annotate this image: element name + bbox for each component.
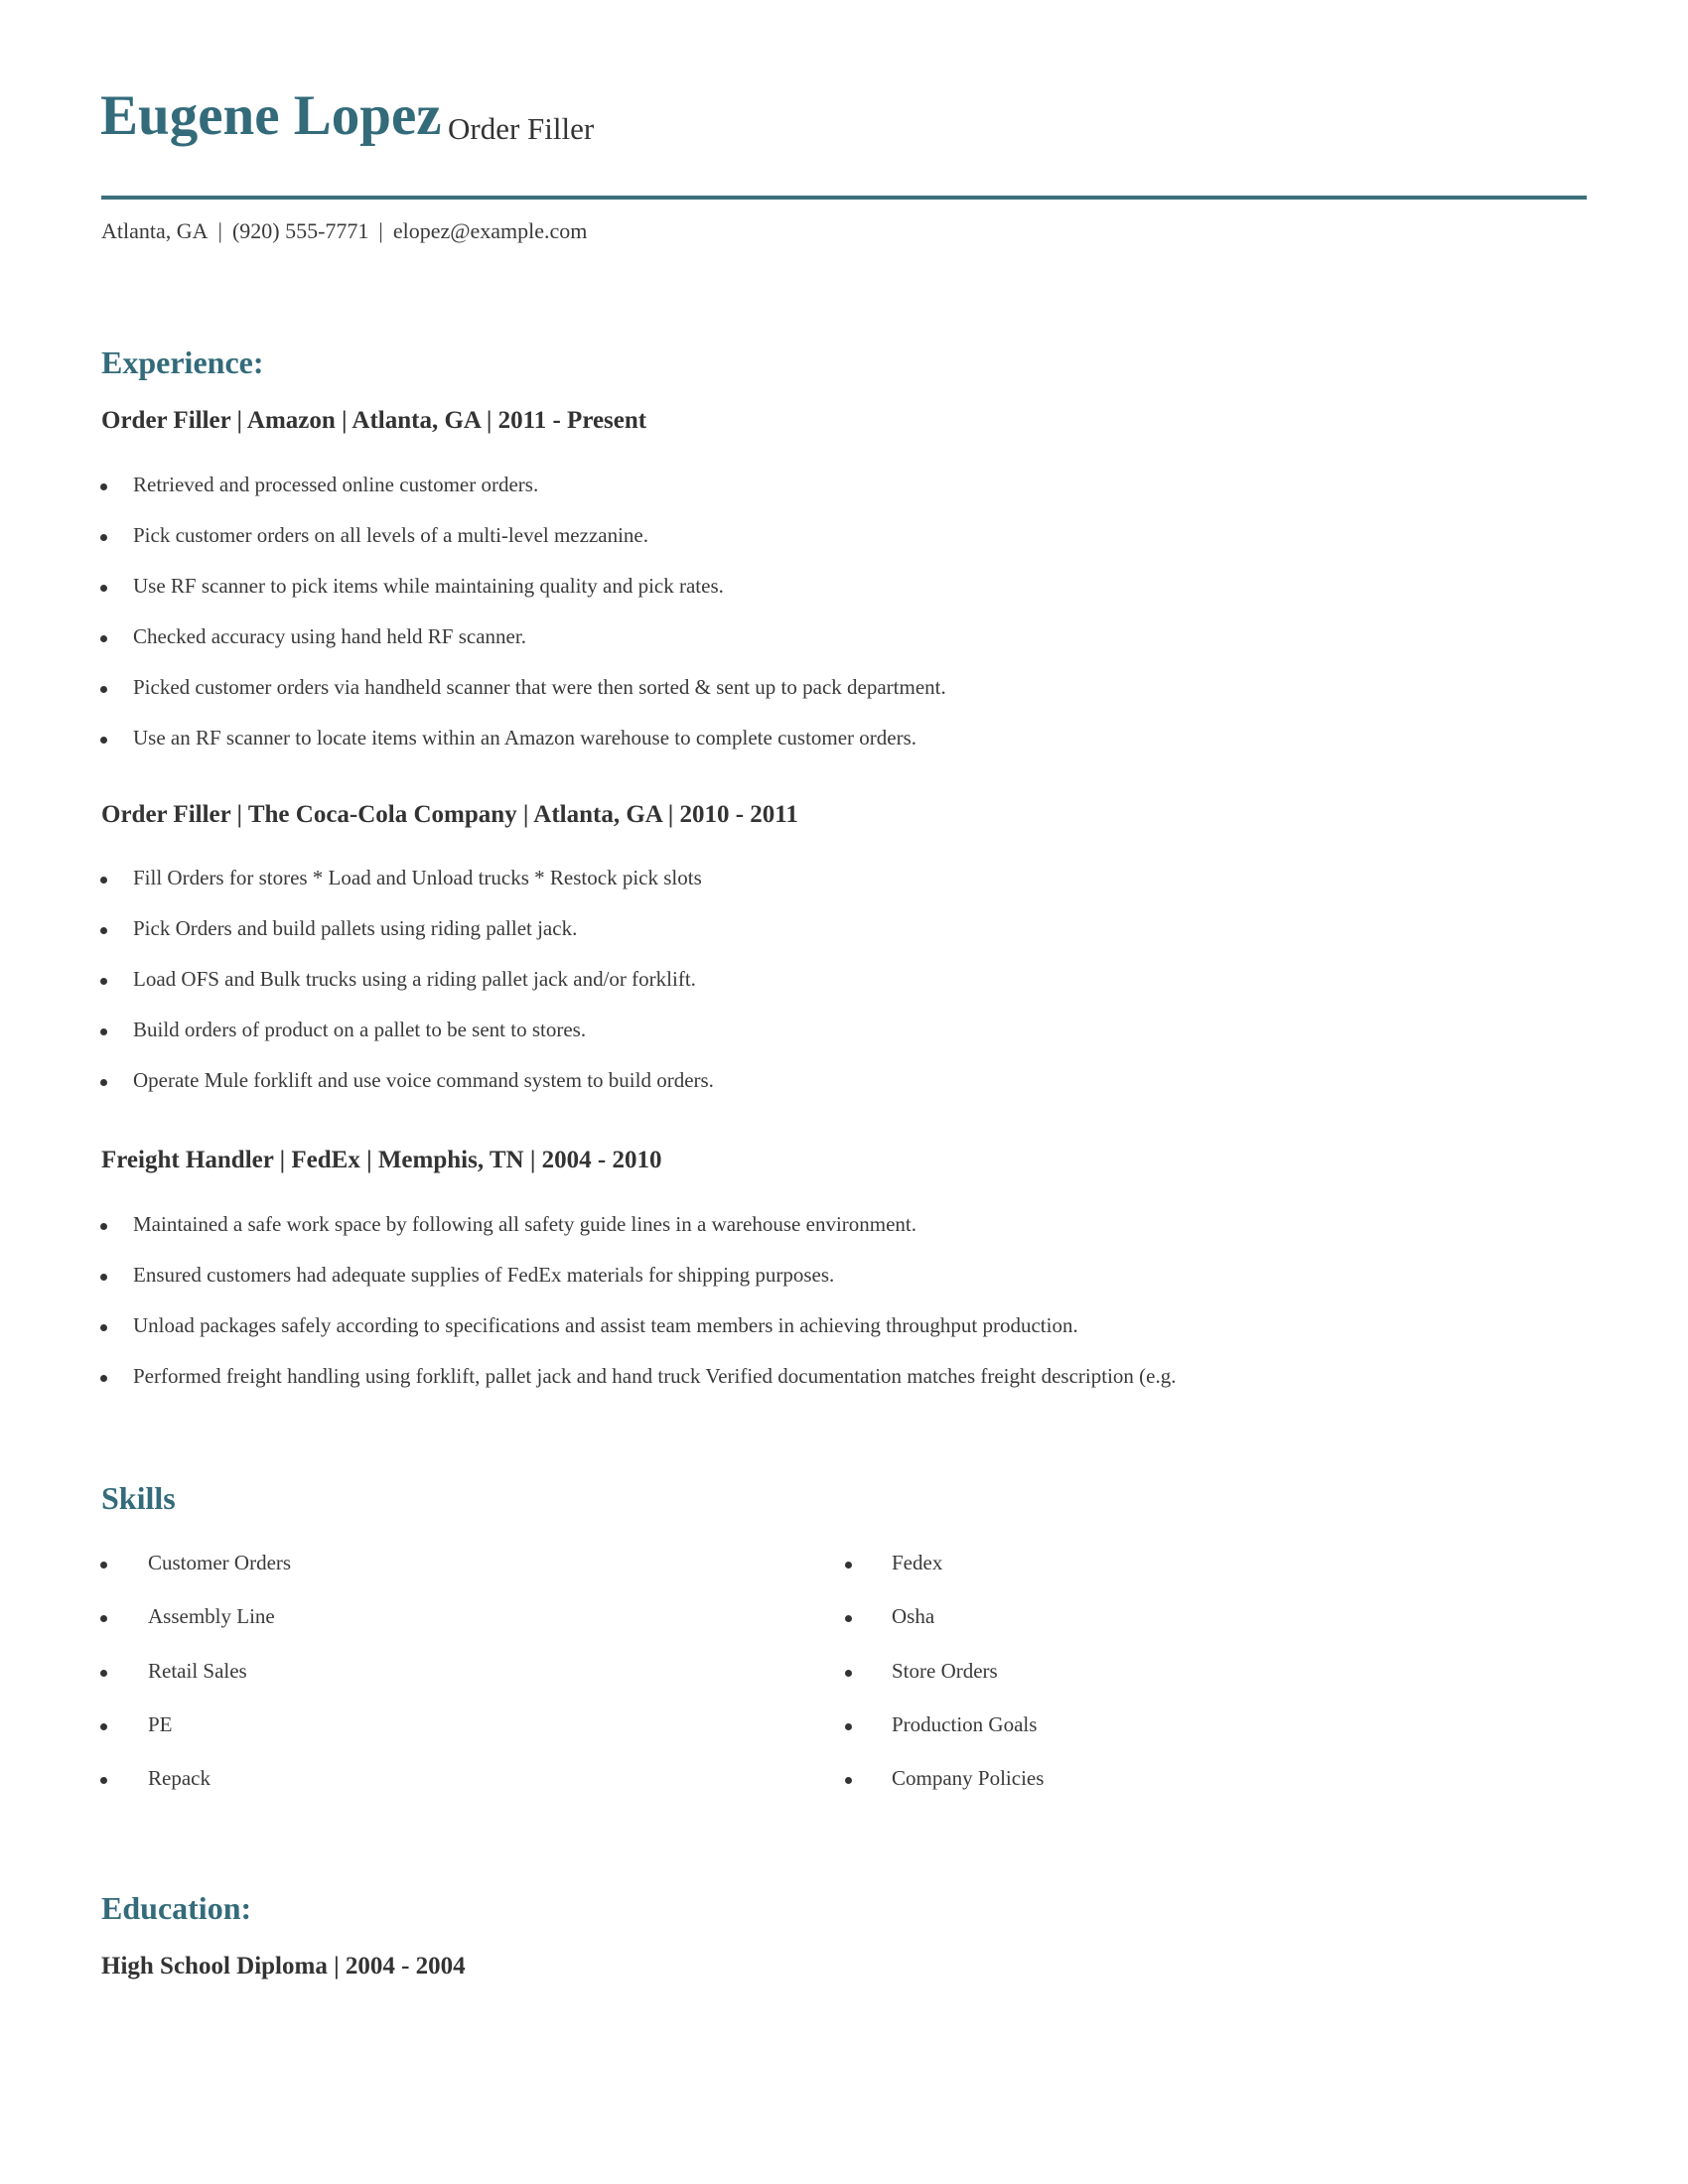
skill-item: Store Orders xyxy=(892,1659,998,1683)
contact-phone: (920) 555-7771 xyxy=(231,218,369,243)
skill-item: Repack xyxy=(148,1766,211,1790)
skill-item: Production Goals xyxy=(892,1712,1038,1736)
bullet-dot-icon xyxy=(100,737,107,744)
bullet-dot-icon xyxy=(100,686,107,693)
skills-heading: Skills xyxy=(101,1480,176,1516)
job-bullet: Retrieved and processed online customer … xyxy=(133,473,539,496)
contact-separator: | xyxy=(217,218,222,243)
job-bullet: Performed freight handling using forklif… xyxy=(133,1364,1177,1388)
contact-line: Atlanta, GA | (920) 555-7771 | elopez@exampl… xyxy=(101,220,587,242)
bullet-dot-icon xyxy=(100,1670,107,1677)
job-bullet: Maintained a safe work space by followin… xyxy=(133,1212,917,1236)
job-bullet: Pick customer orders on all levels of a … xyxy=(133,523,648,547)
bullet-dot-icon xyxy=(100,1223,107,1230)
job-bullet: Unload packages safely according to spec… xyxy=(133,1313,1078,1337)
job-bullet: Load OFS and Bulk trucks using a riding … xyxy=(133,967,696,991)
bullet-dot-icon xyxy=(100,1562,107,1569)
job-bullet: Operate Mule forklift and use voice comm… xyxy=(133,1068,714,1092)
bullet-dot-icon xyxy=(100,1777,107,1784)
job-bullet: Use an RF scanner to locate items within… xyxy=(133,726,917,750)
bullet-dot-icon xyxy=(845,1670,852,1677)
education-heading: Education: xyxy=(101,1890,252,1926)
candidate-name: Eugene Lopez xyxy=(100,84,442,147)
job-heading: Freight Handler | FedEx | Memphis, TN | … xyxy=(101,1147,662,1173)
bullet-dot-icon xyxy=(845,1723,852,1730)
skill-item: Fedex xyxy=(892,1551,943,1574)
job-bullet: Fill Orders for stores * Load and Unload… xyxy=(133,866,702,889)
skill-item: Company Policies xyxy=(892,1766,1045,1790)
job-bullet: Ensured customers had adequate supplies … xyxy=(133,1263,835,1287)
bullet-dot-icon xyxy=(100,1324,107,1331)
job-bullet: Use RF scanner to pick items while maint… xyxy=(133,574,724,598)
bullet-dot-icon xyxy=(100,1028,107,1035)
skill-item: Osha xyxy=(892,1604,935,1628)
bullet-dot-icon xyxy=(100,978,107,985)
bullet-dot-icon xyxy=(100,877,107,884)
job-bullet: Picked customer orders via handheld scan… xyxy=(133,675,946,699)
skill-item: Customer Orders xyxy=(148,1551,292,1574)
job-bullet: Build orders of product on a pallet to b… xyxy=(133,1018,587,1041)
bullet-dot-icon xyxy=(100,534,107,541)
bullet-dot-icon xyxy=(845,1777,852,1784)
bullet-dot-icon xyxy=(100,1274,107,1281)
job-heading: Order Filler | The Coca-Cola Company | A… xyxy=(101,801,798,828)
header-divider xyxy=(101,196,1587,200)
bullet-dot-icon xyxy=(845,1615,852,1622)
contact-location: Atlanta, GA xyxy=(101,218,209,243)
skill-item: Retail Sales xyxy=(148,1659,247,1683)
bullet-dot-icon xyxy=(100,927,107,934)
job-bullet: Pick Orders and build pallets using ridi… xyxy=(133,916,578,940)
contact-separator: | xyxy=(378,218,383,243)
bullet-dot-icon xyxy=(100,585,107,592)
bullet-dot-icon xyxy=(100,635,107,642)
candidate-headline: Order Filler xyxy=(448,111,595,146)
job-heading: Order Filler | Amazon | Atlanta, GA | 20… xyxy=(101,407,647,434)
bullet-dot-icon xyxy=(100,1375,107,1382)
experience-heading: Experience: xyxy=(101,344,264,380)
education-entry: High School Diploma | 2004 - 2004 xyxy=(101,1953,466,1979)
bullet-dot-icon xyxy=(100,1615,107,1622)
bullet-dot-icon xyxy=(100,483,107,490)
job-bullet: Checked accuracy using hand held RF scan… xyxy=(133,624,526,648)
bullet-dot-icon xyxy=(100,1079,107,1086)
skill-item: Assembly Line xyxy=(148,1604,275,1628)
bullet-dot-icon xyxy=(100,1723,107,1730)
contact-email[interactable]: elopez@example.com xyxy=(393,218,588,243)
bullet-dot-icon xyxy=(845,1562,852,1569)
skill-item: PE xyxy=(148,1712,173,1736)
